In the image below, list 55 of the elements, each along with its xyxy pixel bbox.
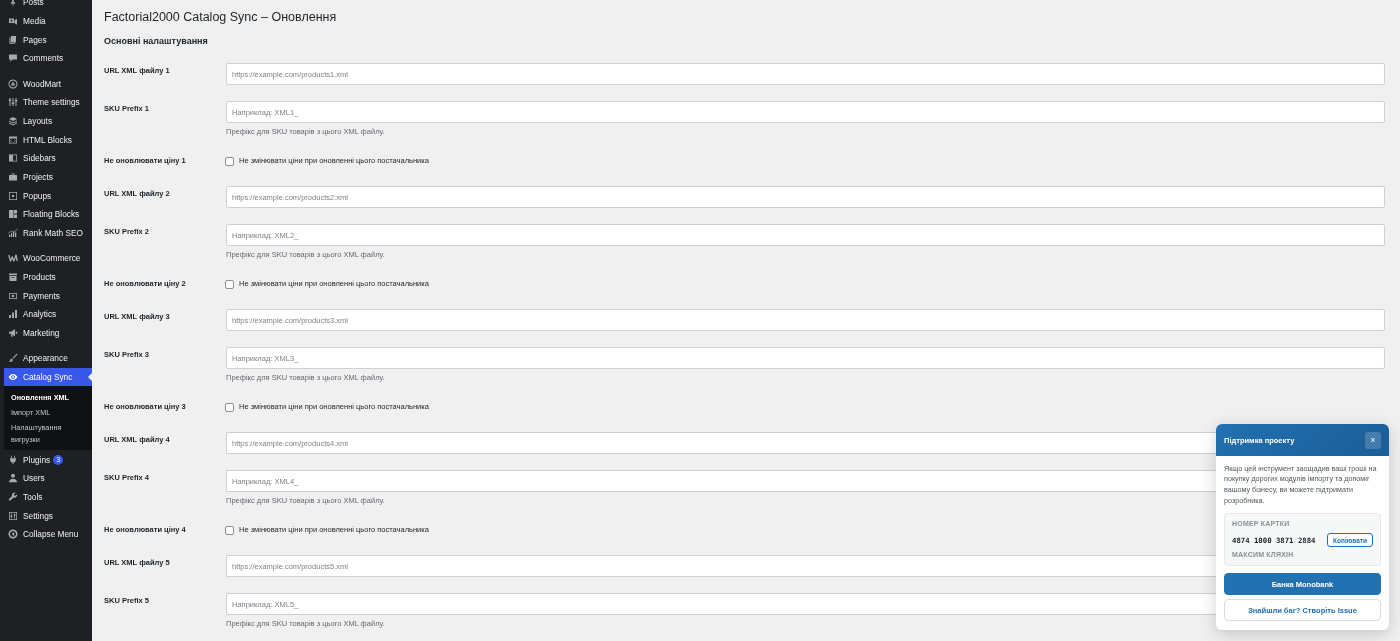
menu-item[interactable]: Appearance	[4, 348, 92, 368]
menu-item[interactable]: Sidebars	[4, 149, 92, 168]
menu-item[interactable]: Settings	[4, 506, 92, 525]
archive-box-icon	[8, 271, 18, 282]
menu-item[interactable]: Popups	[4, 186, 92, 206]
menu-item[interactable]: Projects	[4, 167, 92, 187]
checkbox[interactable]	[225, 156, 234, 166]
menu-item[interactable]: Media	[4, 11, 92, 31]
collapse-icon	[8, 529, 18, 540]
menu-item[interactable]: Floating Blocks	[4, 205, 92, 224]
user-icon	[8, 473, 18, 484]
menu-item[interactable]: Posts	[4, 0, 92, 12]
section-heading: Основні налаштування	[104, 35, 209, 47]
split-panel-icon	[8, 153, 18, 164]
menu-item[interactable]: HTML Blocks	[4, 130, 92, 149]
menu-item[interactable]: WoodMart	[4, 74, 92, 93]
close-button[interactable]: ×	[1365, 431, 1381, 449]
sliders-icon	[8, 97, 18, 108]
menu-item[interactable]: Catalog Sync	[4, 367, 92, 387]
bar-chart-icon	[8, 309, 18, 320]
menu-item[interactable]: WooCommerce	[4, 248, 92, 268]
menu-item[interactable]: Analytics	[4, 305, 92, 324]
paintbrush-icon	[8, 353, 18, 364]
settings-icon	[8, 510, 18, 521]
megaphone-icon	[8, 328, 18, 339]
banknote-icon	[8, 290, 18, 301]
menu-item[interactable]: Theme settings	[4, 92, 92, 112]
menu-item[interactable]: Marketing	[4, 323, 92, 343]
menu-item[interactable]: Tools	[4, 487, 92, 507]
speech-bubble-icon	[8, 53, 18, 64]
tiles-icon	[8, 209, 18, 220]
briefcase-icon	[8, 172, 18, 183]
wrench-icon	[8, 491, 18, 502]
eye-icon	[8, 371, 18, 382]
menu-item[interactable]: Layouts	[4, 111, 92, 131]
menu-item[interactable]: Comments	[4, 49, 92, 68]
menu-pointer-icon	[88, 372, 92, 381]
video-camera-icon	[8, 16, 18, 27]
menu-item[interactable]: Collapse Menu	[4, 525, 92, 544]
checkbox[interactable]	[225, 525, 234, 535]
menu-item[interactable]: Users	[4, 468, 92, 488]
code-window-icon	[8, 134, 18, 145]
menu-item[interactable]: Payments	[4, 286, 92, 305]
page-title: Factorial2000 Catalog Sync – Оновлення	[104, 9, 338, 25]
menu-item[interactable]: Rank Math SEO	[4, 223, 92, 243]
layers-icon	[8, 115, 18, 126]
checkbox[interactable]	[225, 279, 234, 289]
checkbox[interactable]	[225, 402, 234, 412]
menu-item[interactable]: Products	[4, 267, 92, 287]
bars-trend-icon	[8, 228, 18, 239]
zigzag-icon	[8, 253, 18, 264]
menu-item[interactable]: Pages	[4, 30, 92, 50]
plug-icon	[8, 454, 18, 465]
triangle-in-circle-icon	[8, 78, 18, 89]
documents-icon	[8, 34, 18, 45]
